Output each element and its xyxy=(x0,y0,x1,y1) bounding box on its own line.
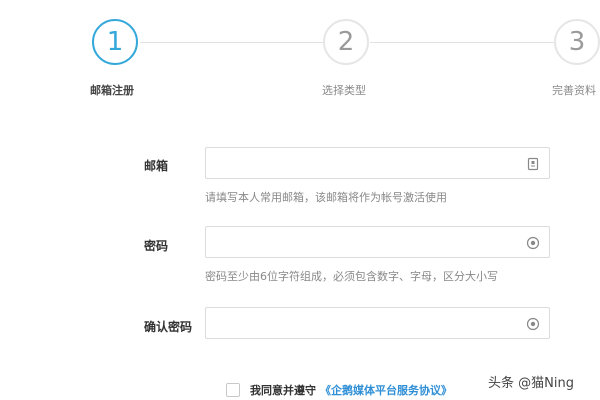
step-connector xyxy=(370,42,554,43)
watermark: 头条 @猫Ning xyxy=(488,376,574,391)
registration-stepper: 1 2 3 邮箱注册 选择类型 完善资料 xyxy=(0,0,600,110)
confirm-password-field[interactable] xyxy=(205,307,550,339)
email-label: 邮箱 xyxy=(144,159,169,173)
eye-icon[interactable] xyxy=(526,235,540,250)
eye-icon[interactable] xyxy=(526,316,540,331)
step-3-label: 完善资料 xyxy=(552,84,596,97)
step-connector xyxy=(140,42,324,43)
agreement-text: 我同意并遵守 xyxy=(250,384,316,397)
step-2-label: 选择类型 xyxy=(322,84,366,97)
confirm-password-label: 确认密码 xyxy=(144,320,193,334)
confirm-password-input[interactable] xyxy=(206,308,526,338)
password-input[interactable] xyxy=(206,227,526,257)
step-3-indicator: 3 xyxy=(554,19,600,65)
step-2-indicator: 2 xyxy=(323,19,369,65)
step-1-indicator: 1 xyxy=(92,19,138,65)
email-input[interactable] xyxy=(206,148,526,178)
step-1-label: 邮箱注册 xyxy=(90,84,134,97)
password-field[interactable] xyxy=(205,226,550,258)
agreement-row: 我同意并遵守 《企鹅媒体平台服务协议》 xyxy=(226,381,452,399)
email-hint: 请填写本人常用邮箱，该邮箱将作为帐号激活使用 xyxy=(205,191,447,204)
id-card-icon xyxy=(526,156,540,171)
agreement-checkbox[interactable] xyxy=(226,383,240,397)
password-label: 密码 xyxy=(144,239,169,253)
agreement-link[interactable]: 《企鹅媒体平台服务协议》 xyxy=(320,382,452,398)
password-hint: 密码至少由6位字符组成，必须包含数字、字母，区分大小写 xyxy=(205,270,498,283)
email-field[interactable] xyxy=(205,147,550,179)
